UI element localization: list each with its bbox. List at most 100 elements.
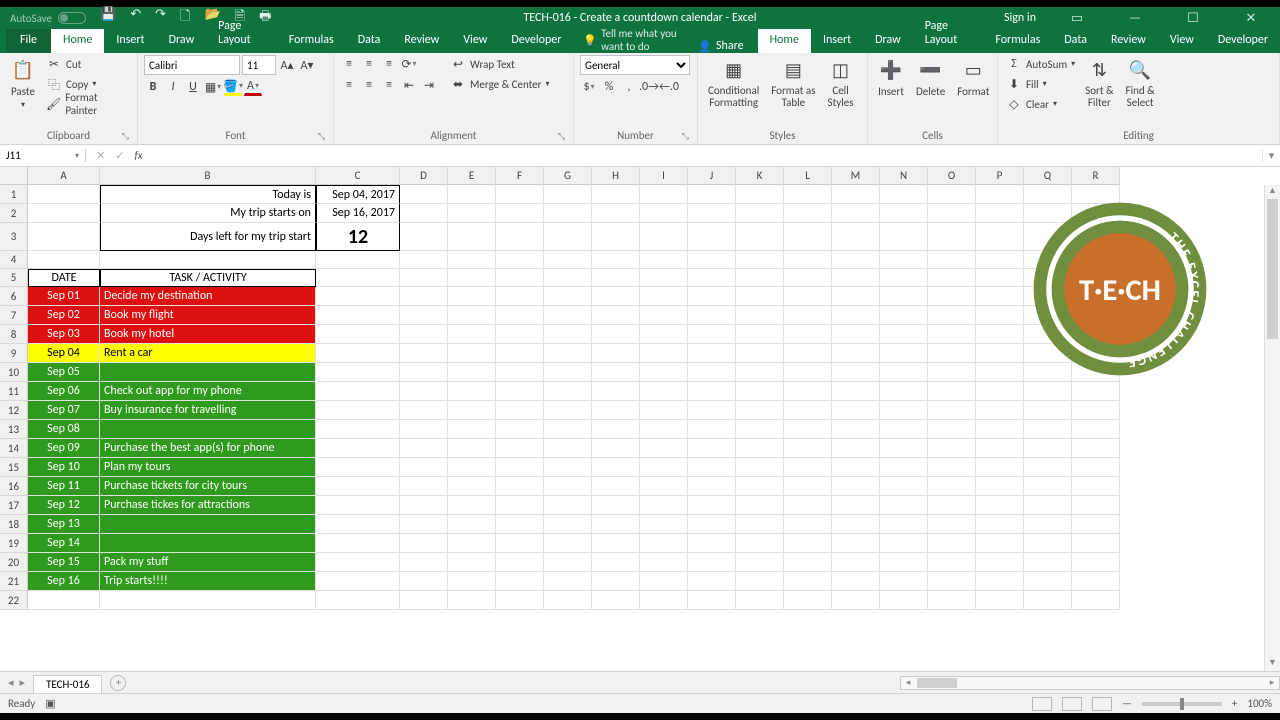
cell-O20[interactable]	[928, 553, 976, 572]
signin-link[interactable]: Sign in	[1004, 11, 1036, 25]
cell-J21[interactable]	[688, 572, 736, 591]
cell-N11[interactable]	[880, 382, 928, 401]
cell-G16[interactable]	[544, 477, 592, 496]
cell-O1[interactable]	[928, 185, 976, 204]
cell-D10[interactable]	[400, 363, 448, 382]
cell-J18[interactable]	[688, 515, 736, 534]
dec-decimal-icon[interactable]: ←.0	[660, 78, 678, 96]
cell-B20[interactable]: Pack my stuff	[100, 553, 316, 572]
cell-K13[interactable]	[736, 420, 784, 439]
cell-A18[interactable]: Sep 13	[28, 515, 100, 534]
horizontal-scrollbar[interactable]: ◂▸	[900, 676, 1280, 690]
cell-P12[interactable]	[976, 401, 1024, 420]
cell-H7[interactable]	[592, 306, 640, 325]
cell-R16[interactable]	[1072, 477, 1120, 496]
shrink-font-icon[interactable]: A▾	[298, 56, 316, 74]
col-header-D[interactable]: D	[400, 167, 448, 185]
cell-B11[interactable]: Check out app for my phone	[100, 382, 316, 401]
cell-G4[interactable]	[544, 251, 592, 269]
cell-N2[interactable]	[880, 204, 928, 223]
cell-N16[interactable]	[880, 477, 928, 496]
cell-D4[interactable]	[400, 251, 448, 269]
save-icon[interactable]: 💾	[100, 7, 116, 29]
cell-I19[interactable]	[640, 534, 688, 553]
sort-filter-button[interactable]: ⇅Sort & Filter	[1081, 55, 1117, 111]
cell-H6[interactable]	[592, 287, 640, 306]
cell-H16[interactable]	[592, 477, 640, 496]
worksheet-grid[interactable]: ABCDEFGHIJKLMNOPQR 123456789101112131415…	[0, 167, 1280, 671]
cell-F12[interactable]	[496, 401, 544, 420]
align-center-icon[interactable]: ≡	[360, 76, 378, 94]
enter-icon[interactable]: ✓	[115, 149, 124, 162]
align-middle-icon[interactable]: ≡	[360, 55, 378, 73]
open-icon[interactable]: 📂	[204, 7, 220, 29]
font-size-combo[interactable]	[242, 55, 276, 75]
cell-K21[interactable]	[736, 572, 784, 591]
cell-E16[interactable]	[448, 477, 496, 496]
cell-L18[interactable]	[784, 515, 832, 534]
cell-J2[interactable]	[688, 204, 736, 223]
cell-F18[interactable]	[496, 515, 544, 534]
fx-icon[interactable]: fx	[134, 149, 142, 162]
row-header-4[interactable]: 4	[0, 251, 28, 269]
cell-L7[interactable]	[784, 306, 832, 325]
cell-R18[interactable]	[1072, 515, 1120, 534]
cell-L12[interactable]	[784, 401, 832, 420]
cell-P1[interactable]	[976, 185, 1024, 204]
cell-H15[interactable]	[592, 458, 640, 477]
merge-center-button[interactable]: ⬌Merge & Center▾	[448, 75, 552, 93]
format-painter-button[interactable]: 🖌Format Painter	[44, 95, 131, 113]
cell-E7[interactable]	[448, 306, 496, 325]
cell-M11[interactable]	[832, 382, 880, 401]
cell-F5[interactable]	[496, 269, 544, 287]
cell-F13[interactable]	[496, 420, 544, 439]
cell-K3[interactable]	[736, 223, 784, 251]
cell-B8[interactable]: Book my hotel	[100, 325, 316, 344]
cell-K17[interactable]	[736, 496, 784, 515]
cell-E13[interactable]	[448, 420, 496, 439]
col-header-N[interactable]: N	[880, 167, 928, 185]
font-name-combo[interactable]	[144, 55, 240, 75]
col-header-K[interactable]: K	[736, 167, 784, 185]
cell-N1[interactable]	[880, 185, 928, 204]
cell-M19[interactable]	[832, 534, 880, 553]
percent-format-icon[interactable]: %	[600, 78, 618, 96]
cell-B15[interactable]: Plan my tours	[100, 458, 316, 477]
cell-E11[interactable]	[448, 382, 496, 401]
cell-G10[interactable]	[544, 363, 592, 382]
cell-H2[interactable]	[592, 204, 640, 223]
cell-G3[interactable]	[544, 223, 592, 251]
cell-F21[interactable]	[496, 572, 544, 591]
row-header-5[interactable]: 5	[0, 269, 28, 287]
cell-B12[interactable]: Buy insurance for travelling	[100, 401, 316, 420]
cell-I8[interactable]	[640, 325, 688, 344]
cell-H5[interactable]	[592, 269, 640, 287]
cell-P5[interactable]	[976, 269, 1024, 287]
cell-E14[interactable]	[448, 439, 496, 458]
row-header-8[interactable]: 8	[0, 325, 28, 344]
cell-A5[interactable]: DATE	[28, 269, 100, 287]
cell-K2[interactable]	[736, 204, 784, 223]
cell-N12[interactable]	[880, 401, 928, 420]
normal-view-icon[interactable]	[1032, 697, 1052, 711]
cell-A16[interactable]: Sep 11	[28, 477, 100, 496]
cell-I22[interactable]	[640, 591, 688, 610]
cell-Q20[interactable]	[1024, 553, 1072, 572]
cell-P15[interactable]	[976, 458, 1024, 477]
page-layout-view-icon[interactable]	[1062, 697, 1082, 711]
cell-F1[interactable]	[496, 185, 544, 204]
cell-D6[interactable]	[400, 287, 448, 306]
cell-D11[interactable]	[400, 382, 448, 401]
cell-N6[interactable]	[880, 287, 928, 306]
col-header-Q[interactable]: Q	[1024, 167, 1072, 185]
zoom-out-icon[interactable]: —	[1122, 697, 1132, 710]
cell-Q22[interactable]	[1024, 591, 1072, 610]
cell-H11[interactable]	[592, 382, 640, 401]
cell-H10[interactable]	[592, 363, 640, 382]
cell-O19[interactable]	[928, 534, 976, 553]
cell-J12[interactable]	[688, 401, 736, 420]
cell-G7[interactable]	[544, 306, 592, 325]
inc-decimal-icon[interactable]: .0→	[640, 78, 658, 96]
cell-F16[interactable]	[496, 477, 544, 496]
cell-O12[interactable]	[928, 401, 976, 420]
